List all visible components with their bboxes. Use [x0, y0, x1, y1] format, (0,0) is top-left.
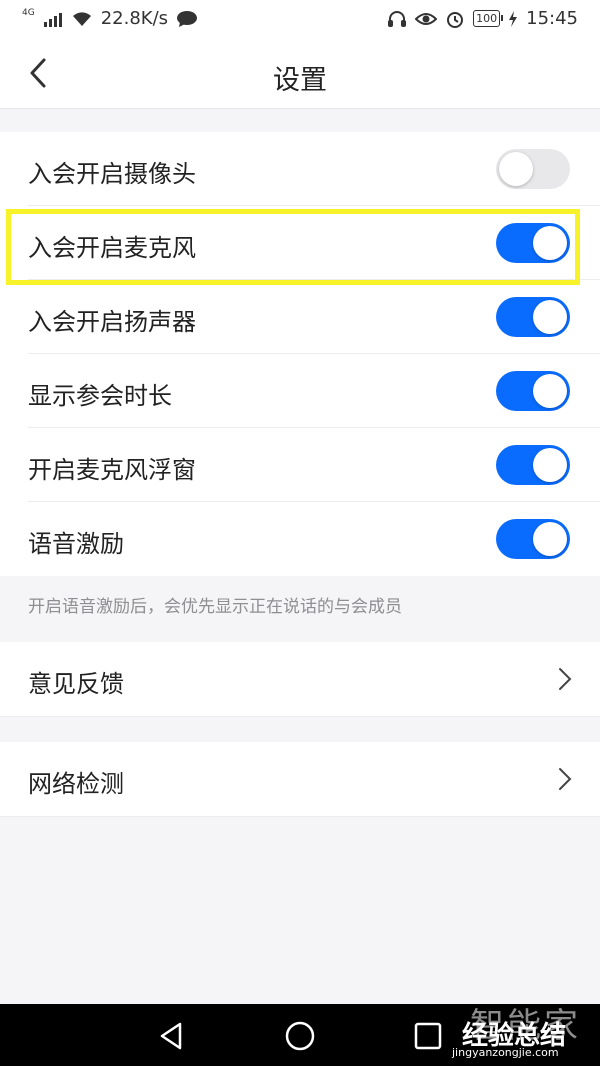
network-group: 网络检测: [0, 742, 600, 817]
status-bar: 4G 22.8K/s 100 15:45: [0, 0, 600, 40]
chevron-right-icon: [559, 668, 572, 690]
home-circle-icon[interactable]: [284, 1020, 316, 1052]
voice-activation-hint: 开启语音激励后，会优先显示正在说话的与会成员: [28, 597, 402, 617]
feedback-item[interactable]: 意见反馈: [0, 642, 600, 716]
setting-mic-on-join: 入会开启麦克风: [0, 206, 600, 280]
setting-camera-on-join: 入会开启摄像头: [0, 132, 600, 206]
status-right: 100 15:45: [387, 8, 578, 29]
status-left: 4G 22.8K/s: [22, 8, 198, 29]
top-nav: 设置: [0, 40, 600, 109]
setting-label: 开启麦克风浮窗: [28, 456, 196, 484]
chat-icon: [177, 10, 198, 27]
voice-activation-toggle-switch[interactable]: [496, 519, 570, 559]
setting-label: 入会开启摄像头: [28, 160, 196, 188]
switch-knob: [533, 448, 567, 482]
signal-icon: [43, 12, 62, 27]
eye-icon: [415, 12, 438, 25]
setting-mic-floating-window: 开启麦克风浮窗: [0, 428, 600, 502]
charging-icon: [509, 10, 518, 27]
meeting-settings-group: 入会开启摄像头 入会开启麦克风 入会开启扬声器 显示参会时长 开启麦克风浮窗 语…: [0, 132, 600, 576]
switch-knob: [533, 300, 567, 334]
network-speed: 22.8K/s: [100, 8, 169, 29]
network-type-label: 4G: [22, 7, 35, 18]
duration-toggle-switch[interactable]: [496, 371, 570, 411]
setting-speaker-on-join: 入会开启扬声器: [0, 280, 600, 354]
switch-knob: [499, 152, 533, 186]
wifi-icon: [72, 11, 91, 26]
setting-show-duration: 显示参会时长: [0, 354, 600, 428]
network-test-item[interactable]: 网络检测: [0, 742, 600, 816]
mic-toggle-switch[interactable]: [496, 223, 570, 263]
page-title: 设置: [273, 65, 327, 96]
speaker-toggle-switch[interactable]: [496, 297, 570, 337]
headphones-icon: [388, 10, 407, 27]
setting-label: 入会开启麦克风: [28, 234, 196, 262]
camera-toggle-switch[interactable]: [496, 149, 570, 189]
setting-label: 入会开启扬声器: [28, 308, 196, 336]
setting-label: 语音激励: [28, 530, 124, 558]
alarm-icon: [447, 11, 464, 28]
clock: 15:45: [526, 8, 578, 29]
network-test-label: 网络检测: [28, 770, 124, 798]
feedback-group: 意见反馈: [0, 642, 600, 717]
setting-voice-activation: 语音激励: [0, 502, 600, 576]
setting-label: 显示参会时长: [28, 382, 172, 410]
back-triangle-icon[interactable]: [156, 1020, 188, 1052]
recents-square-icon[interactable]: [412, 1020, 444, 1052]
feedback-label: 意见反馈: [28, 670, 124, 698]
mic-float-toggle-switch[interactable]: [496, 445, 570, 485]
battery-indicator: 100: [473, 10, 504, 27]
switch-knob: [533, 226, 567, 260]
switch-knob: [533, 374, 567, 408]
watermark-url: jingyanzongjie.com: [452, 1046, 559, 1059]
switch-knob: [533, 522, 567, 556]
chevron-right-icon: [559, 768, 572, 790]
